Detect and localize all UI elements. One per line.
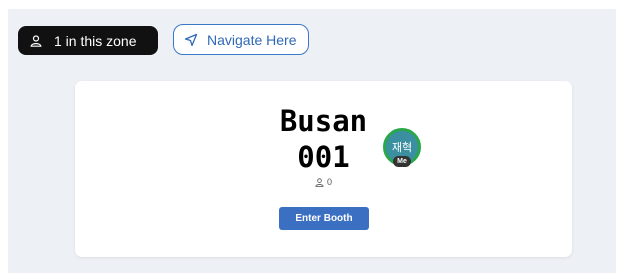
zone-count-label: 1 in this zone (54, 32, 137, 49)
navigate-here-label: Navigate Here (207, 31, 297, 48)
navigation-arrow-icon (184, 33, 198, 46)
booth-title: Busan 001 (75, 103, 572, 175)
booth-card: Busan 001 재혁 Me 0 Enter Booth (75, 81, 572, 257)
booth-title-line2: 001 (297, 140, 350, 174)
occupant-count-value: 0 (326, 177, 332, 187)
avatar-initials: 재혁 (391, 142, 413, 154)
person-icon (30, 34, 42, 47)
enter-booth-button[interactable]: Enter Booth (279, 207, 369, 230)
zone-panel: 1 in this zone Navigate Here Busan 001 재… (8, 9, 616, 273)
person-icon (315, 177, 324, 187)
avatar[interactable]: 재혁 Me (383, 128, 421, 167)
booth-title-line1: Busan (279, 104, 368, 138)
me-badge: Me (393, 156, 411, 167)
zone-count-badge: 1 in this zone (18, 26, 158, 55)
booth-occupant-count: 0 (75, 177, 572, 187)
navigate-here-button[interactable]: Navigate Here (173, 24, 309, 55)
